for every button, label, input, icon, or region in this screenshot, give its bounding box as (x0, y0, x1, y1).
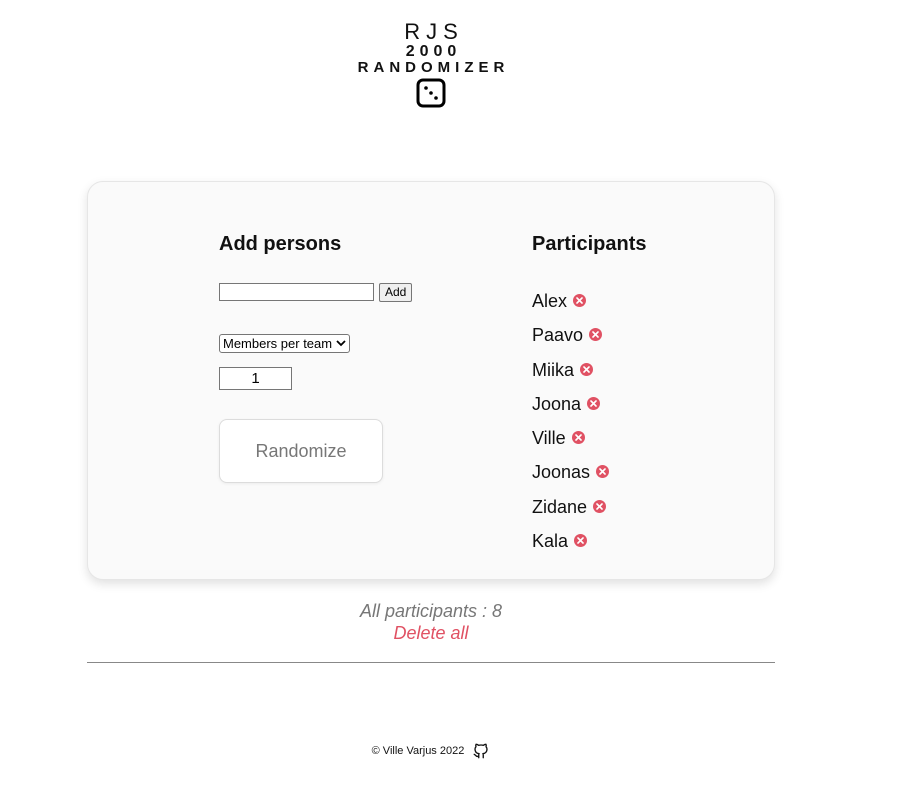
participant-name: Kala (532, 531, 569, 552)
participant-name: Zidane (532, 496, 588, 517)
delete-all-link[interactable]: Delete all (0, 622, 862, 644)
divider (87, 662, 775, 663)
participant-name: Joona (532, 393, 582, 414)
participant-item: Joonas (532, 461, 732, 495)
github-icon[interactable] (472, 742, 490, 760)
participants-title: Participants (532, 233, 647, 255)
participant-item: Joona (532, 393, 732, 427)
participant-name: Alex (532, 291, 568, 311)
remove-participant-icon[interactable] (596, 465, 610, 479)
app-logo: RJS 2000 RANDOMIZER (0, 20, 862, 108)
participant-item: Paavo (532, 324, 732, 358)
logo-line-randomizer: RANDOMIZER (357, 59, 510, 76)
add-person-button[interactable]: Add (379, 282, 413, 302)
remove-participant-icon[interactable] (593, 499, 607, 513)
team-size-input[interactable]: 1 (219, 367, 292, 390)
participants-summary: All participants : 8 Delete all (0, 600, 862, 644)
team-mode-select[interactable]: Members per team (219, 334, 351, 353)
mode-select-wrapper: Members per team (219, 334, 479, 353)
participants-panel: Participants Alex Paavo Miika Joona Vill… (532, 230, 732, 564)
participant-name: Ville (532, 428, 566, 449)
add-person-row: Add (219, 282, 479, 302)
add-persons-title: Add persons (219, 233, 342, 255)
logo-line-2000: 2000 (405, 43, 462, 60)
chevron-down-icon (336, 340, 346, 347)
footer: © Ville Varjus 2022 (0, 742, 862, 760)
participant-item: Miika (532, 359, 732, 393)
participant-item: Alex (532, 290, 732, 324)
team-mode-select-value: Members per team (223, 336, 333, 351)
remove-participant-icon[interactable] (589, 328, 603, 342)
participant-name: Paavo (532, 325, 584, 346)
dice-icon (416, 78, 446, 108)
logo-line-rjs: RJS (404, 19, 464, 44)
randomize-button[interactable]: Randomize (219, 419, 383, 483)
remove-participant-icon[interactable] (574, 534, 588, 548)
all-participants-count: All participants : 8 (359, 601, 503, 621)
remove-participant-icon[interactable] (573, 294, 587, 307)
participant-item: Ville (532, 427, 732, 461)
participant-item: Zidane (532, 496, 732, 530)
add-persons-panel: Add persons Add Members per team 1 Rando… (219, 230, 479, 483)
main-card: Add persons Add Members per team 1 Rando… (87, 181, 775, 580)
remove-participant-icon[interactable] (580, 362, 594, 376)
participants-list: Alex Paavo Miika Joona Ville Joonas Zida… (532, 290, 732, 564)
remove-participant-icon[interactable] (587, 396, 601, 410)
remove-participant-icon[interactable] (571, 431, 585, 445)
participant-item: Kala (532, 530, 732, 564)
person-name-input[interactable] (219, 283, 374, 301)
copyright-text: © Ville Varjus 2022 (371, 745, 465, 757)
app-page: RJS 2000 RANDOMIZER Add persons Add Memb… (0, 0, 905, 797)
participant-name: Miika (532, 359, 575, 380)
participant-name: Joonas (532, 462, 591, 483)
